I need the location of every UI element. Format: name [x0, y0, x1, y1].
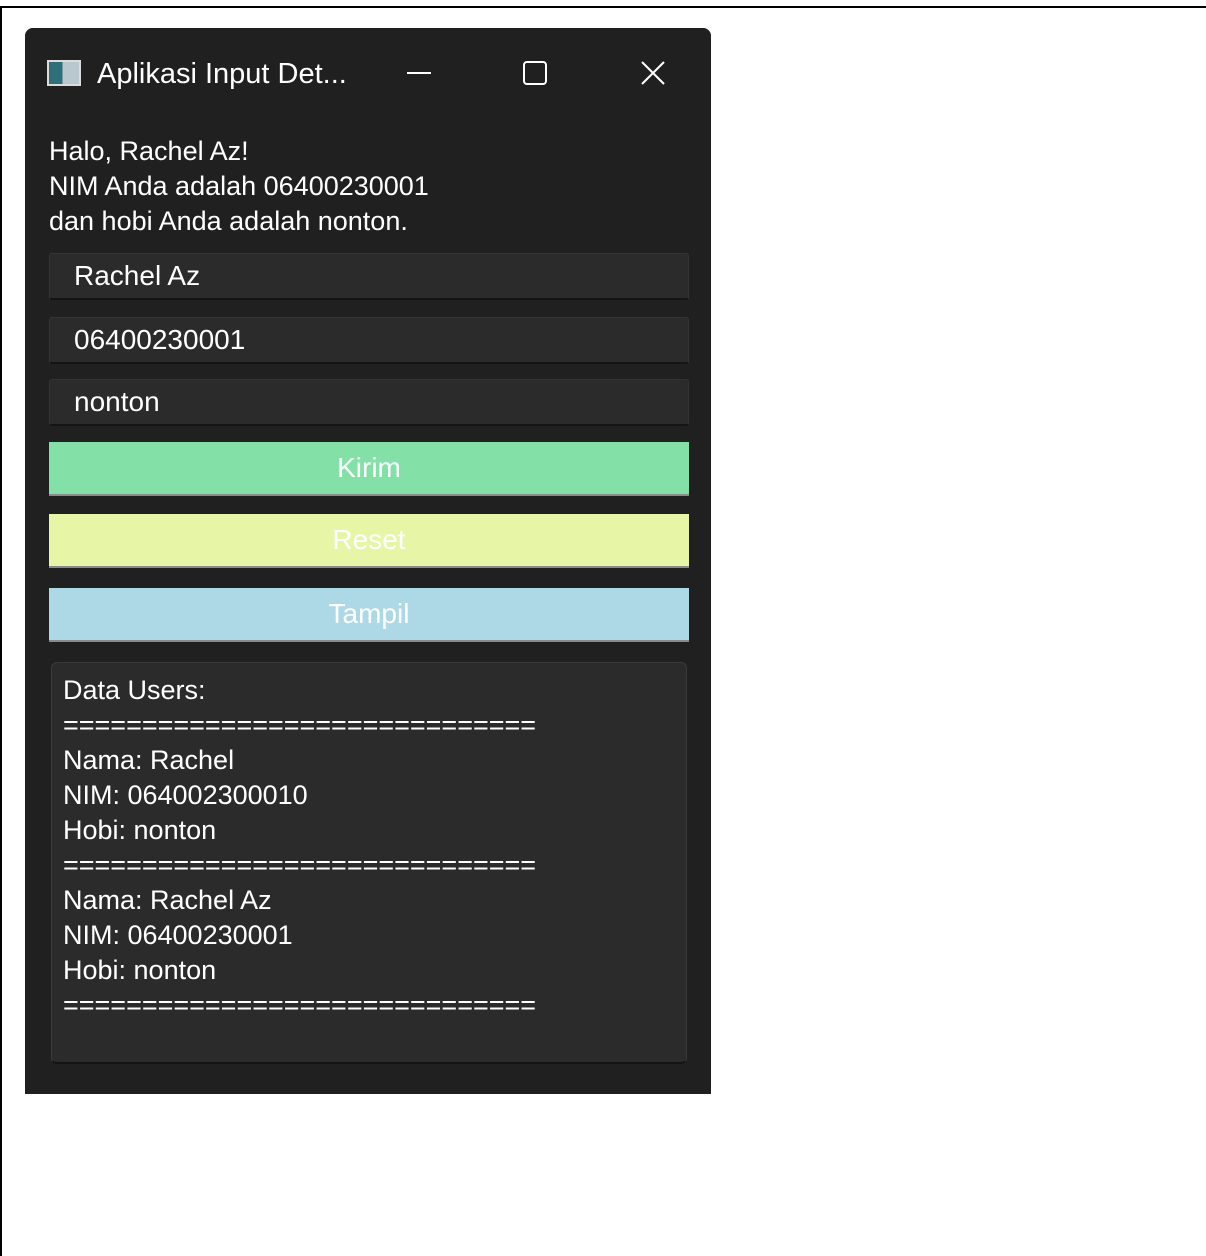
- minimize-button[interactable]: [389, 50, 449, 96]
- tampil-button[interactable]: Tampil: [49, 588, 689, 642]
- output-header: Data Users:: [63, 675, 206, 705]
- output-separator: ==============================: [63, 710, 537, 740]
- app-window-icon: [47, 60, 81, 86]
- greeting-line-nim: NIM Anda adalah 06400230001: [49, 171, 429, 201]
- greeting-label: Halo, Rachel Az! NIM Anda adalah 0640023…: [49, 134, 689, 239]
- close-icon: [641, 61, 665, 85]
- greeting-line-name: Halo, Rachel Az!: [49, 136, 249, 166]
- record-hobi: Hobi: nonton: [63, 815, 217, 845]
- close-button[interactable]: [623, 50, 683, 96]
- greeting-line-hobi: dan hobi Anda adalah nonton.: [49, 206, 408, 236]
- nim-input[interactable]: [49, 317, 689, 364]
- record-nim: NIM: 06400230001: [63, 920, 293, 950]
- data-users-textbox[interactable]: Data Users: ============================…: [51, 662, 687, 1064]
- output-separator: ==============================: [63, 990, 537, 1020]
- record-nama: Nama: Rachel Az: [63, 885, 272, 915]
- reset-button[interactable]: Reset: [49, 514, 689, 568]
- kirim-button[interactable]: Kirim: [49, 442, 689, 496]
- app-window: Aplikasi Input Det... Halo, Rachel Az! N…: [25, 28, 711, 1094]
- record-nama: Nama: Rachel: [63, 745, 235, 775]
- maximize-icon: [523, 61, 547, 85]
- record-nim: NIM: 064002300010: [63, 780, 308, 810]
- window-title: Aplikasi Input Det...: [97, 58, 347, 90]
- title-bar[interactable]: Aplikasi Input Det...: [25, 28, 711, 108]
- maximize-button[interactable]: [505, 50, 565, 96]
- minimize-icon: [407, 72, 431, 74]
- output-separator: ==============================: [63, 850, 537, 880]
- nama-input[interactable]: [49, 253, 689, 300]
- hobi-input[interactable]: [49, 379, 689, 426]
- record-hobi: Hobi: nonton: [63, 955, 217, 985]
